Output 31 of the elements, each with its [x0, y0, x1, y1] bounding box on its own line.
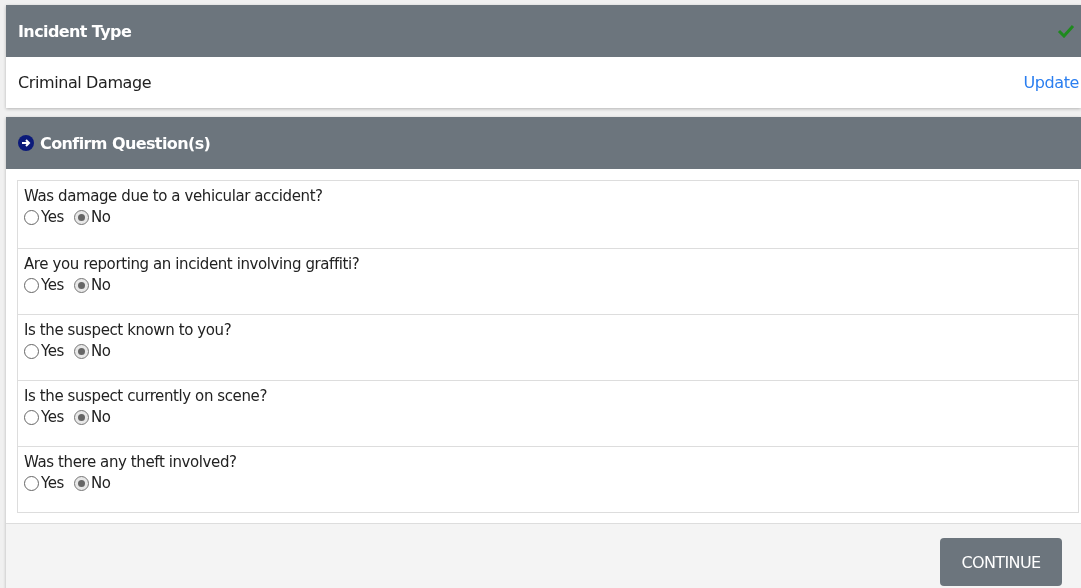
arrow-circle-icon: [18, 135, 34, 151]
radio-button[interactable]: [24, 475, 39, 491]
radio-option[interactable]: Yes: [24, 474, 64, 492]
question-text: Was there any theft involved?: [24, 453, 238, 471]
continue-button[interactable]: CONTINUE: [940, 538, 1062, 586]
update-link[interactable]: Update: [1023, 73, 1079, 92]
radio-option[interactable]: Yes: [24, 208, 64, 226]
radio-button[interactable]: [74, 277, 89, 293]
radio-button[interactable]: [74, 209, 89, 225]
radio-option[interactable]: Yes: [24, 408, 64, 426]
radio-button[interactable]: [24, 277, 39, 293]
radio-button[interactable]: [74, 343, 89, 359]
radio-option[interactable]: No: [74, 342, 111, 360]
panel-title: Incident Type: [18, 21, 133, 41]
question-text: Is the suspect known to you?: [24, 321, 233, 339]
question-text: Is the suspect currently on scene?: [24, 387, 268, 405]
panel-title: Confirm Question(s): [40, 133, 212, 153]
radio-button[interactable]: [74, 409, 89, 425]
incident-type-value: Criminal Damage: [18, 73, 152, 92]
radio-button[interactable]: [24, 209, 39, 225]
question-text: Was damage due to a vehicular accident?: [24, 187, 324, 205]
radio-option[interactable]: Yes: [24, 276, 64, 294]
radio-option[interactable]: No: [74, 276, 111, 294]
radio-button[interactable]: [74, 475, 89, 491]
radio-option[interactable]: No: [74, 208, 111, 226]
radio-option[interactable]: Yes: [24, 342, 64, 360]
radio-button[interactable]: [24, 343, 39, 359]
radio-option[interactable]: No: [74, 408, 111, 426]
radio-button[interactable]: [24, 409, 39, 425]
radio-option[interactable]: No: [74, 474, 111, 492]
question-text: Are you reporting an incident involving graffiti?: [24, 255, 361, 273]
